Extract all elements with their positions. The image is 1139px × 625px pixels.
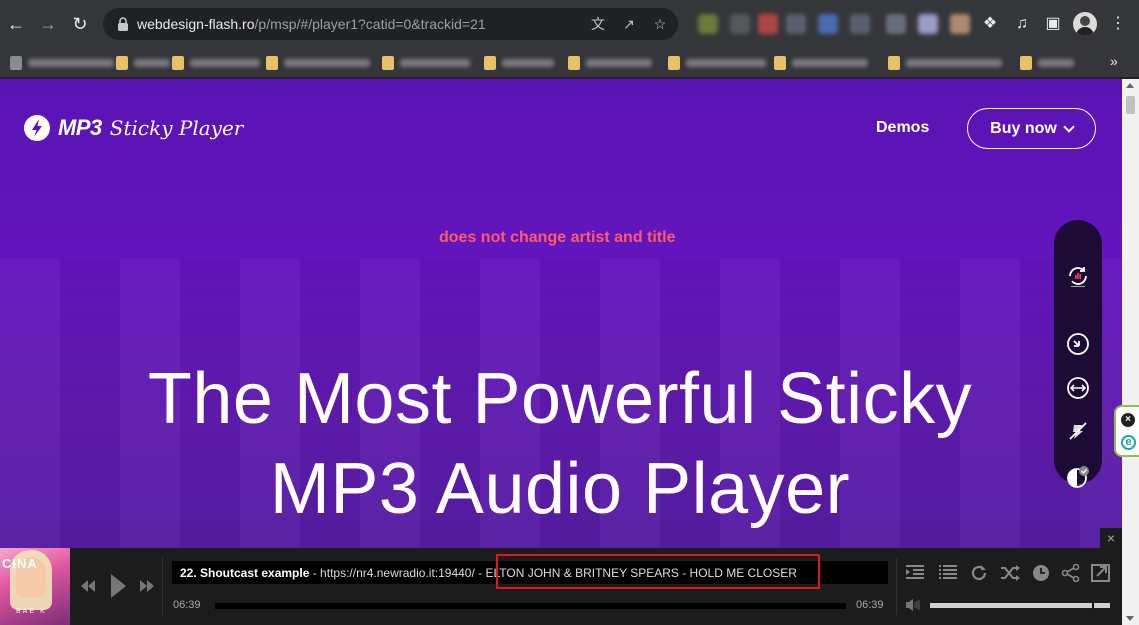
cover-subtitle: BAE K — [16, 608, 47, 615]
expand-width-icon[interactable] — [1066, 376, 1090, 400]
site-logo[interactable]: MP3 Sticky Player — [24, 115, 243, 141]
hero-line-1: The Most Powerful Sticky — [147, 359, 973, 439]
volume-slider-handle[interactable] — [1092, 602, 1094, 609]
logo-mp3-text: MP3 — [58, 115, 102, 140]
album-cover: CINA BAE K — [0, 548, 70, 625]
sticky-disable-icon[interactable] — [1066, 419, 1090, 443]
translate-icon[interactable]: 文 — [589, 15, 607, 33]
extension-icon[interactable] — [698, 14, 718, 34]
more-bookmarks-icon[interactable]: » — [1110, 53, 1118, 69]
puzzle-extensions-icon[interactable]: ❖ — [978, 12, 1002, 36]
profile-avatar[interactable] — [1073, 12, 1097, 36]
extension-icon[interactable] — [918, 14, 938, 34]
extension-icon[interactable] — [886, 14, 906, 34]
theme-toggle-icon[interactable] — [1066, 465, 1090, 489]
logo-sticky-text: Sticky Player — [109, 116, 244, 140]
buy-now-button[interactable]: Buy now — [967, 108, 1096, 149]
reload-icon[interactable]: ↻ — [68, 12, 92, 36]
download-circle-icon[interactable] — [1066, 332, 1090, 356]
total-time: 06:39 — [856, 599, 884, 611]
playlist-icon[interactable] — [938, 564, 958, 582]
popup-window-icon[interactable] — [1091, 564, 1111, 582]
extension-icon[interactable] — [850, 14, 870, 34]
current-time: 06:39 — [173, 599, 201, 611]
buy-now-label: Buy now — [990, 119, 1057, 137]
player-options-panel — [1054, 220, 1102, 488]
browser-toolbar: ← → ↻ webdesign-flash.ro/p/msp/#/player1… — [0, 0, 1139, 48]
web-page: MP3 Sticky Player Demos Buy now does not… — [0, 79, 1122, 625]
lock-icon — [118, 17, 128, 31]
share-icon[interactable] — [1061, 564, 1081, 582]
side-panel-icon[interactable]: ▣ — [1041, 12, 1065, 36]
media-queue-icon[interactable]: ♫ — [1010, 12, 1034, 36]
sync-chart-icon[interactable] — [1066, 264, 1090, 288]
annotation-text: does not change artist and title — [439, 229, 676, 246]
next-track-icon[interactable] — [139, 578, 155, 594]
share-icon[interactable]: ↗ — [620, 15, 638, 33]
back-arrow-icon[interactable]: ← — [4, 12, 28, 36]
repeat-icon[interactable] — [969, 564, 989, 582]
divider — [896, 558, 897, 615]
player-close-button[interactable]: × — [1100, 528, 1122, 548]
cover-title: CINA — [2, 556, 38, 571]
menu-kebab-icon[interactable]: ⋮ — [1106, 12, 1130, 36]
annotation-highlight-box — [496, 554, 820, 589]
volume-slider[interactable] — [930, 602, 1110, 609]
playlist-indent-icon[interactable] — [905, 564, 925, 582]
clock-icon[interactable] — [1031, 564, 1051, 582]
scroll-up-arrow-icon[interactable] — [1126, 83, 1134, 88]
hero-heading: The Most Powerful Sticky MP3 Audio Playe… — [100, 354, 1020, 534]
extension-icon[interactable] — [730, 14, 750, 34]
url-text: webdesign-flash.ro/p/msp/#/player1?catid… — [137, 16, 486, 32]
forward-arrow-icon[interactable]: → — [36, 12, 60, 36]
panel-divider — [1071, 286, 1085, 287]
scroll-thumb[interactable] — [1126, 96, 1135, 114]
extension-widget: × e — [1114, 405, 1139, 457]
lightning-bolt-icon — [24, 115, 50, 141]
seek-bar[interactable] — [215, 603, 846, 609]
scroll-down-arrow-icon[interactable] — [1126, 616, 1134, 621]
chevron-down-icon — [1063, 120, 1075, 133]
divider — [162, 558, 163, 615]
e-extension-icon[interactable]: e — [1121, 435, 1136, 450]
play-icon[interactable] — [109, 572, 127, 600]
previous-track-icon[interactable] — [80, 578, 96, 594]
extension-icon[interactable] — [758, 14, 778, 34]
address-bar[interactable]: webdesign-flash.ro/p/msp/#/player1?catid… — [103, 8, 678, 40]
volume-icon[interactable] — [905, 598, 921, 612]
hero-line-2: MP3 Audio Player — [269, 449, 851, 529]
close-icon[interactable]: × — [1121, 413, 1135, 427]
shuffle-icon[interactable] — [1000, 564, 1020, 582]
extension-icon[interactable] — [950, 14, 970, 34]
bookmarks-bar: » — [0, 48, 1139, 78]
page-scrollbar[interactable] — [1122, 79, 1139, 625]
bookmark-star-icon[interactable]: ☆ — [651, 15, 669, 33]
nav-demos-link[interactable]: Demos — [876, 119, 929, 137]
sticky-audio-player: CINA BAE K 22. Shoutcast example - https… — [0, 548, 1122, 625]
extension-icon[interactable] — [786, 14, 806, 34]
extension-icon[interactable] — [818, 14, 838, 34]
